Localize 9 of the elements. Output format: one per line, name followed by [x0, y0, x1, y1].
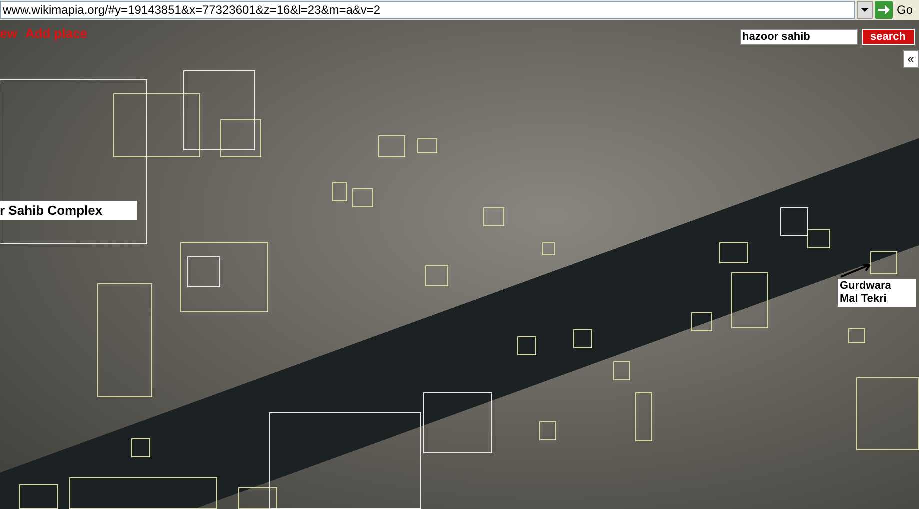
search-field[interactable]: hazoor sahib	[740, 29, 858, 45]
dropdown-button[interactable]	[856, 1, 873, 19]
place-label: Gurdwara Mal Tekri	[838, 279, 916, 307]
go-button[interactable]: Go	[894, 3, 915, 17]
place-label: r Sahib Complex	[0, 201, 137, 220]
search-button[interactable]: search	[862, 29, 915, 45]
collapse-button[interactable]: «	[903, 50, 919, 68]
caret-icon[interactable]	[860, 7, 869, 13]
address-field[interactable]: www.wikimapia.org/#y=19143851&x=77323601&z=16&l=23&m=a&v=2	[0, 1, 855, 19]
